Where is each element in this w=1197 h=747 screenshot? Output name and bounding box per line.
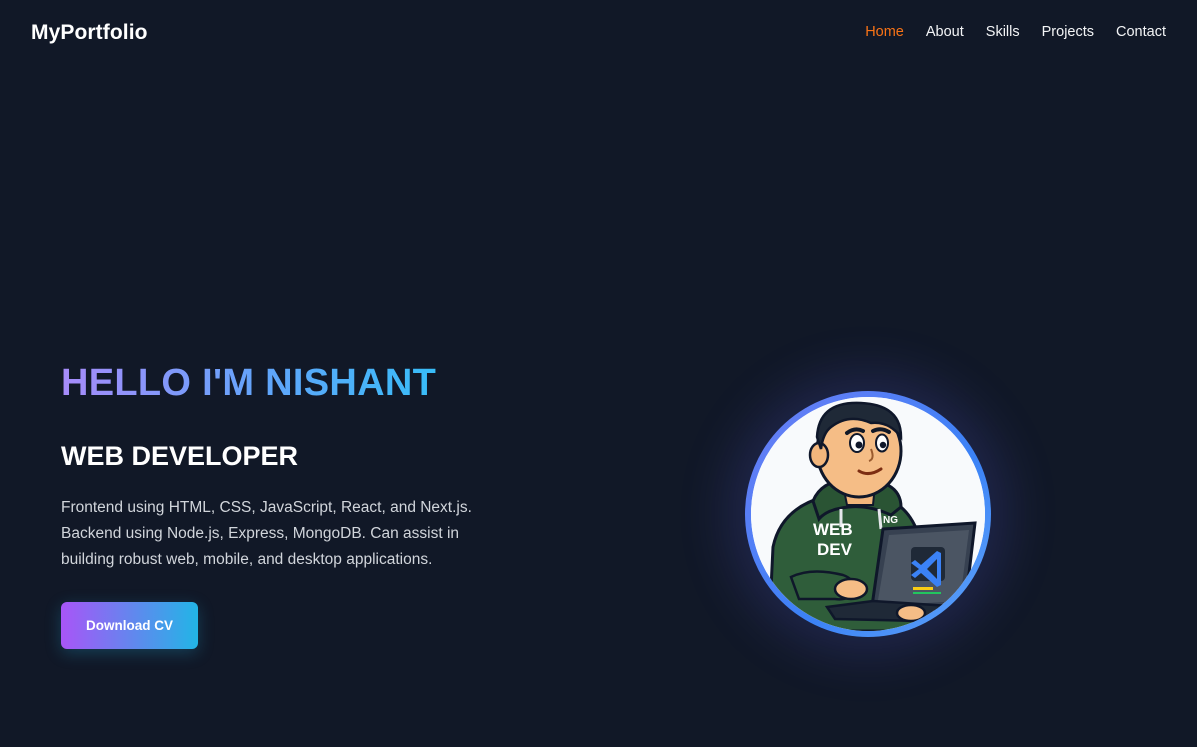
nav-about[interactable]: About (926, 24, 964, 40)
brand-logo[interactable]: MyPortfolio (31, 21, 148, 45)
hoodie-text: WEB (813, 520, 853, 539)
hero-description: Frontend using HTML, CSS, JavaScript, Re… (61, 495, 491, 573)
hero-subtitle: WEB DEVELOPER (61, 441, 299, 471)
hero-description-line: building robust web, mobile, and desktop… (61, 551, 433, 568)
hoodie-text: DEV (817, 540, 853, 559)
download-cv-button[interactable]: Download CV (61, 602, 198, 649)
avatar-frame: WEB DEV NG (745, 391, 991, 637)
nav-contact[interactable]: Contact (1116, 24, 1166, 40)
hero-description-line: Backend using Node.js, Express, MongoDB.… (61, 525, 460, 542)
hero-description-line: Frontend using HTML, CSS, JavaScript, Re… (61, 499, 472, 516)
avatar: WEB DEV NG (751, 397, 985, 631)
nav-skills[interactable]: Skills (986, 24, 1020, 40)
nav-projects[interactable]: Projects (1042, 24, 1094, 40)
navbar: MyPortfolio Home About Skills Projects C… (0, 0, 1197, 66)
developer-illustration: WEB DEV NG (751, 397, 985, 631)
nav-home[interactable]: Home (865, 24, 904, 40)
nav-links: Home About Skills Projects Contact (843, 24, 1166, 40)
hero-title: HELLO I'M NISHANT (61, 362, 437, 404)
hoodie-badge: NG (883, 515, 898, 526)
portfolio-page: MyPortfolio Home About Skills Projects C… (0, 0, 1197, 747)
